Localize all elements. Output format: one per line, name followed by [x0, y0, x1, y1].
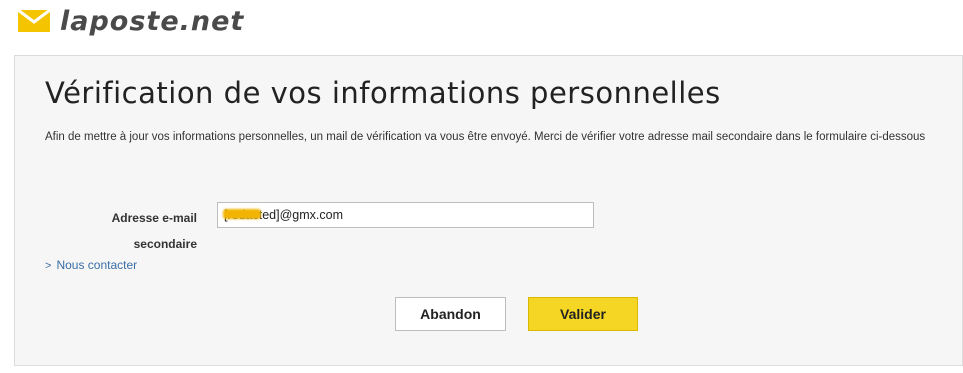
contact-link[interactable]: > Nous contacter	[45, 258, 137, 272]
email-label: Adresse e-mail secondaire	[111, 211, 197, 251]
brand-logo-text[interactable]: laposte.net	[60, 6, 244, 37]
chevron-right-icon: >	[45, 260, 52, 272]
verification-panel: Vérification de vos informations personn…	[14, 55, 963, 366]
submit-button[interactable]: Valider	[528, 297, 638, 331]
contact-link-label: Nous contacter	[56, 258, 138, 272]
page-title: Vérification de vos informations personn…	[45, 76, 721, 110]
secondary-email-input[interactable]	[217, 202, 594, 228]
envelope-logo-icon	[17, 8, 51, 32]
abandon-button[interactable]: Abandon	[395, 297, 506, 331]
intro-text: Afin de mettre à jour vos informations p…	[45, 131, 926, 143]
site-header: laposte.net	[17, 4, 244, 38]
redaction-mark	[223, 209, 261, 219]
